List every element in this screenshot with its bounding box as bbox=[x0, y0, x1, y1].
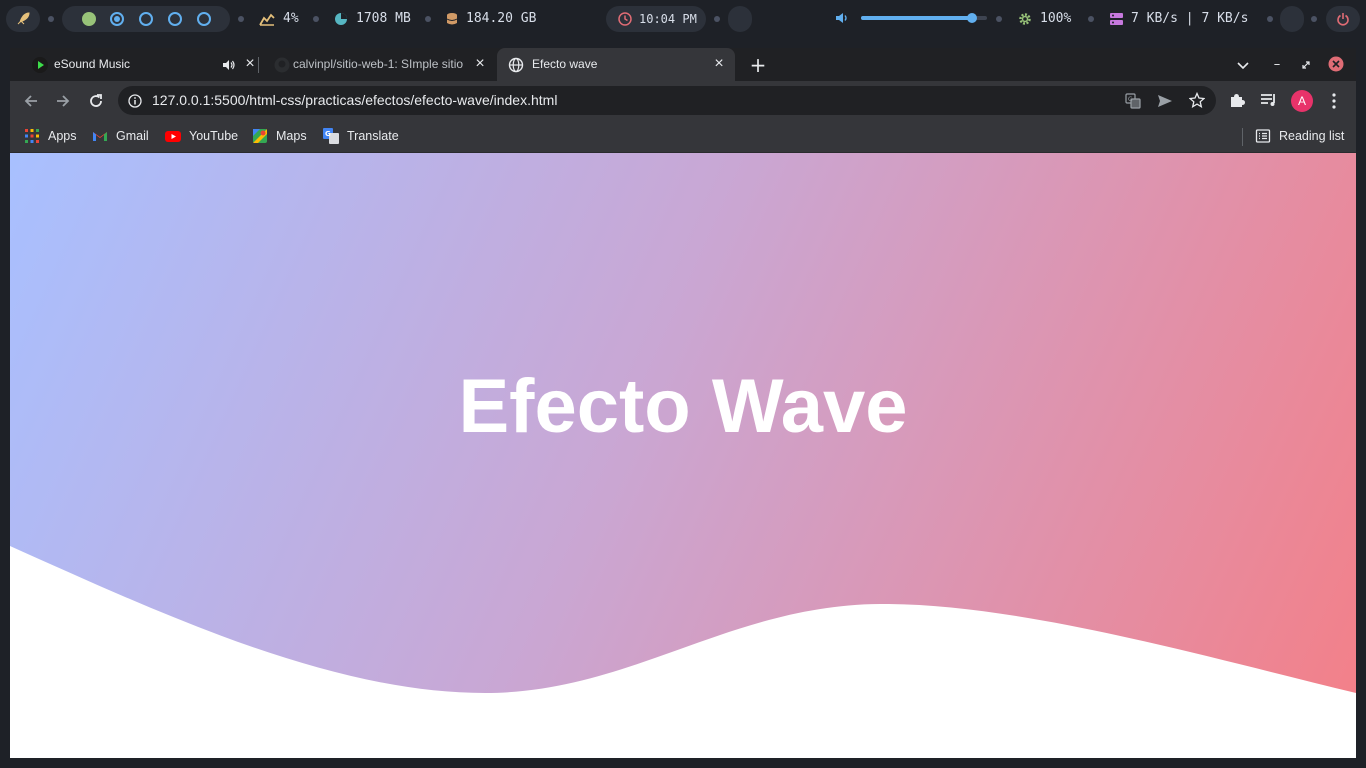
bookmarks-divider bbox=[1242, 128, 1243, 146]
site-info-icon[interactable] bbox=[128, 94, 142, 108]
menu-kebab-icon[interactable] bbox=[1331, 93, 1337, 109]
workspace-2[interactable] bbox=[110, 12, 124, 26]
tab-close-icon[interactable]: × bbox=[711, 56, 727, 72]
workspace-4[interactable] bbox=[168, 12, 182, 26]
power-icon bbox=[1337, 13, 1349, 26]
workspace-5[interactable] bbox=[197, 12, 211, 26]
esound-play-icon bbox=[32, 57, 48, 73]
memory-pie-icon bbox=[335, 12, 347, 25]
power-button[interactable] bbox=[1326, 6, 1360, 32]
minimize-button[interactable]: – bbox=[1268, 56, 1286, 74]
close-window-icon[interactable] bbox=[1328, 56, 1344, 72]
volume-control[interactable] bbox=[835, 11, 987, 25]
translate-icon: G bbox=[323, 128, 339, 144]
apps-grid-icon bbox=[25, 129, 39, 143]
separator-dot bbox=[48, 16, 54, 22]
page-viewport: Efecto Wave bbox=[10, 153, 1356, 758]
separator-dot bbox=[996, 16, 1002, 22]
wave-hero bbox=[10, 153, 1356, 693]
separator-dot bbox=[1267, 16, 1273, 22]
separator-dot bbox=[714, 16, 720, 22]
tab-efecto-wave[interactable]: Efecto wave × bbox=[497, 48, 735, 81]
url-text[interactable]: 127.0.0.1:5500/html-css/practicas/efecto… bbox=[152, 92, 557, 108]
back-button[interactable] bbox=[20, 90, 42, 112]
workspace-1[interactable] bbox=[82, 12, 96, 26]
bookmark-star-icon[interactable] bbox=[1189, 92, 1205, 108]
memory-usage: 1708 MB bbox=[334, 11, 411, 26]
github-icon bbox=[274, 57, 290, 73]
extensions-puzzle-icon[interactable] bbox=[1229, 92, 1245, 108]
send-icon[interactable] bbox=[1157, 93, 1173, 109]
volume-slider-fill bbox=[861, 16, 972, 20]
network-speed: 7 KB/s | 7 KB/s bbox=[1110, 11, 1248, 26]
profile-avatar[interactable]: A bbox=[1291, 90, 1313, 112]
cpu-usage: 4% bbox=[259, 11, 299, 26]
bookmarks-bar: Apps Gmail YouTube Maps G Translate Read… bbox=[10, 120, 1356, 153]
workspace-3[interactable] bbox=[139, 12, 153, 26]
browser-window: eSound Music × calvinpl/sitio-web-1: SIm… bbox=[10, 48, 1356, 758]
translate-page-icon[interactable]: G bbox=[1125, 93, 1141, 109]
tab-separator bbox=[258, 57, 259, 73]
arrow-right-icon bbox=[57, 95, 70, 107]
clock-icon bbox=[618, 12, 632, 26]
separator-dot bbox=[313, 16, 319, 22]
database-icon bbox=[446, 12, 458, 24]
bookmark-apps[interactable]: Apps bbox=[24, 128, 77, 144]
bookmark-youtube[interactable]: YouTube bbox=[165, 128, 238, 144]
browser-toolbar: 127.0.0.1:5500/html-css/practicas/efecto… bbox=[10, 81, 1356, 120]
separator-dot bbox=[425, 16, 431, 22]
separator-dot bbox=[1311, 16, 1317, 22]
youtube-icon bbox=[165, 131, 181, 142]
arrow-left-icon bbox=[24, 95, 37, 107]
workspace-switcher bbox=[62, 6, 230, 32]
maximize-icon[interactable] bbox=[1300, 59, 1312, 71]
tray-widget[interactable] bbox=[1280, 6, 1304, 32]
globe-icon bbox=[508, 57, 524, 73]
cpu-chart-icon bbox=[259, 13, 275, 26]
bookmark-maps[interactable]: Maps bbox=[252, 128, 307, 144]
reload-icon bbox=[90, 94, 102, 107]
system-top-bar: 4% 1708 MB 184.20 GB 10:04 PM 100% 7 KB/… bbox=[0, 0, 1366, 38]
launcher-button[interactable] bbox=[6, 6, 40, 32]
brightness-gear-icon bbox=[1019, 12, 1031, 25]
tab-close-icon[interactable]: × bbox=[242, 56, 258, 72]
separator-dot bbox=[1088, 16, 1094, 22]
new-tab-button[interactable]: + bbox=[749, 55, 767, 75]
rocket-icon bbox=[17, 12, 30, 25]
tab-search-chevron-icon[interactable] bbox=[1236, 58, 1250, 72]
svg-text:G: G bbox=[325, 130, 331, 138]
reading-list-icon bbox=[1255, 129, 1271, 143]
volume-slider[interactable] bbox=[861, 13, 987, 23]
reload-button[interactable] bbox=[85, 90, 107, 112]
server-icon bbox=[1110, 12, 1123, 25]
notification-widget[interactable] bbox=[728, 6, 752, 32]
separator-dot bbox=[238, 16, 244, 22]
media-queue-icon[interactable] bbox=[1260, 92, 1278, 108]
forward-button[interactable] bbox=[52, 90, 74, 112]
clock-widget[interactable]: 10:04 PM bbox=[606, 6, 706, 32]
tab-audio-icon[interactable] bbox=[222, 58, 236, 72]
reading-list-button[interactable]: Reading list bbox=[1255, 128, 1344, 144]
bookmark-translate[interactable]: G Translate bbox=[323, 128, 399, 144]
maps-icon bbox=[253, 129, 267, 143]
volume-icon bbox=[836, 13, 847, 23]
tab-esound-music[interactable]: eSound Music × bbox=[18, 48, 258, 81]
gmail-icon bbox=[93, 132, 107, 141]
disk-usage: 184.20 GB bbox=[446, 11, 536, 26]
tab-close-icon[interactable]: × bbox=[472, 56, 488, 72]
address-bar[interactable]: 127.0.0.1:5500/html-css/practicas/efecto… bbox=[118, 86, 1216, 115]
tab-github-repo[interactable]: calvinpl/sitio-web-1: SImple sitio × bbox=[260, 48, 496, 81]
volume-slider-knob[interactable] bbox=[966, 13, 977, 23]
svg-text:G: G bbox=[1128, 96, 1133, 103]
brightness-control[interactable]: 100% bbox=[1018, 11, 1071, 26]
tab-strip: eSound Music × calvinpl/sitio-web-1: SIm… bbox=[10, 48, 1356, 81]
hero-title: Efecto Wave bbox=[458, 364, 908, 449]
bookmark-gmail[interactable]: Gmail bbox=[92, 128, 149, 144]
